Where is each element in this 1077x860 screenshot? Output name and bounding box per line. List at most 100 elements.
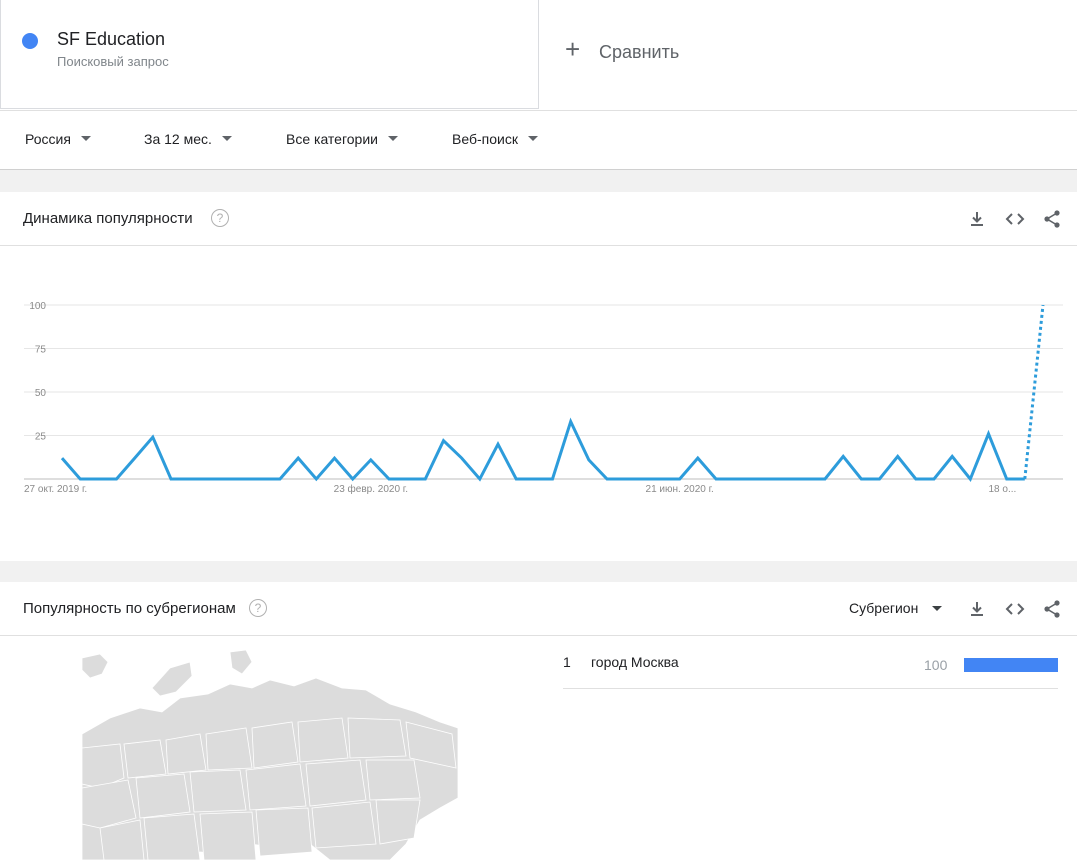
data-point[interactable] — [151, 435, 155, 439]
region-value: 100 — [924, 657, 948, 673]
compare-button[interactable]: + Сравнить — [540, 0, 1077, 109]
filter-region-label: Россия — [25, 131, 71, 147]
data-point[interactable] — [932, 477, 936, 481]
data-point[interactable] — [1005, 477, 1009, 481]
data-point[interactable] — [587, 458, 591, 462]
share-icon[interactable] — [1041, 208, 1063, 230]
data-point[interactable] — [314, 477, 318, 481]
data-point[interactable] — [968, 477, 972, 481]
data-point[interactable] — [859, 477, 863, 481]
data-point[interactable] — [296, 456, 300, 460]
download-icon[interactable] — [966, 208, 988, 230]
data-point[interactable] — [115, 477, 119, 481]
data-point[interactable] — [732, 477, 736, 481]
data-point[interactable] — [605, 477, 609, 481]
data-point[interactable] — [1041, 303, 1045, 307]
data-point[interactable] — [750, 477, 754, 481]
data-point[interactable] — [333, 456, 337, 460]
term-subtitle: Поисковый запрос — [57, 54, 169, 69]
filter-region[interactable]: Россия — [25, 131, 91, 147]
data-point[interactable] — [950, 454, 954, 458]
data-point[interactable] — [460, 456, 464, 460]
data-point[interactable] — [369, 458, 373, 462]
filter-search-type[interactable]: Веб-поиск — [452, 131, 538, 147]
y-tick-label: 50 — [35, 388, 47, 399]
data-point[interactable] — [496, 442, 500, 446]
data-point[interactable] — [678, 477, 682, 481]
filter-period[interactable]: За 12 мес. — [144, 131, 232, 147]
data-point[interactable] — [805, 477, 809, 481]
filter-category-label: Все категории — [286, 131, 378, 147]
x-tick-label: 18 о... — [989, 484, 1017, 495]
data-point[interactable] — [914, 477, 918, 481]
data-point[interactable] — [169, 477, 173, 481]
data-point[interactable] — [987, 432, 991, 436]
data-point[interactable] — [641, 477, 645, 481]
data-point[interactable] — [205, 477, 209, 481]
region-bar-track — [964, 658, 1058, 672]
data-point[interactable] — [841, 454, 845, 458]
trend-chart: 25 50 75 100 27 окт. 2019 г. 23 февр. 2020 г.… — [24, 301, 1063, 495]
help-icon[interactable]: ? — [211, 209, 229, 227]
embed-icon[interactable] — [1004, 598, 1026, 620]
data-point[interactable] — [714, 477, 718, 481]
data-point[interactable] — [187, 477, 191, 481]
region-row[interactable]: 1 город Москва 100 — [563, 652, 1058, 689]
data-point[interactable] — [1023, 477, 1027, 481]
region-map[interactable] — [80, 648, 460, 860]
data-point[interactable] — [96, 477, 100, 481]
data-point[interactable] — [514, 477, 518, 481]
data-point[interactable] — [623, 477, 627, 481]
caret-down-icon — [80, 135, 91, 141]
data-point[interactable] — [278, 477, 282, 481]
data-point[interactable] — [60, 456, 64, 460]
subregion-dropdown[interactable]: Субрегион — [849, 600, 943, 616]
caret-down-icon — [221, 135, 232, 141]
embed-icon[interactable] — [1004, 208, 1026, 230]
plus-icon: + — [565, 34, 581, 64]
y-tick-label: 100 — [29, 301, 46, 312]
filter-bar: Россия За 12 мес. Все категории Веб-поис… — [0, 110, 1077, 170]
caret-down-icon — [527, 135, 538, 141]
data-point[interactable] — [242, 477, 246, 481]
filter-period-label: За 12 мес. — [144, 131, 212, 147]
data-point[interactable] — [660, 477, 664, 481]
share-icon[interactable] — [1041, 598, 1063, 620]
compare-label: Сравнить — [599, 42, 680, 62]
data-point[interactable] — [260, 477, 264, 481]
search-term-card[interactable]: SF Education Поисковый запрос — [0, 0, 539, 109]
data-point[interactable] — [478, 477, 482, 481]
data-point[interactable] — [769, 477, 773, 481]
region-value-bar — [964, 658, 1058, 672]
data-point[interactable] — [569, 420, 573, 424]
data-point[interactable] — [787, 477, 791, 481]
filter-category[interactable]: Все категории — [286, 131, 398, 147]
data-point[interactable] — [532, 477, 536, 481]
data-point[interactable] — [133, 456, 137, 460]
series-line[interactable] — [60, 417, 1025, 482]
download-icon[interactable] — [966, 598, 988, 620]
region-rank: 1 — [563, 654, 571, 670]
data-point[interactable] — [405, 477, 409, 481]
help-icon[interactable]: ? — [249, 599, 267, 617]
data-point[interactable] — [387, 477, 391, 481]
interest-over-time-card: Динамика популярности ? 25 50 75 100 27 окт.… — [0, 192, 1077, 561]
data-point[interactable] — [423, 477, 427, 481]
data-point[interactable] — [896, 454, 900, 458]
data-point[interactable] — [551, 477, 555, 481]
filter-search-type-label: Веб-поиск — [452, 131, 518, 147]
data-point[interactable] — [224, 477, 228, 481]
data-point[interactable] — [442, 439, 446, 443]
data-point[interactable] — [696, 456, 700, 460]
data-point[interactable] — [878, 477, 882, 481]
caret-down-icon — [932, 605, 943, 611]
search-terms-area: SF Education Поисковый запрос + Сравнить — [0, 0, 1077, 110]
card-header: Динамика популярности ? — [0, 192, 1077, 246]
data-point[interactable] — [823, 477, 827, 481]
data-point[interactable] — [351, 477, 355, 481]
data-point[interactable] — [78, 477, 82, 481]
card-header: Популярность по субрегионам ? Субрегион — [0, 582, 1077, 636]
x-tick-label: 27 окт. 2019 г. — [24, 484, 87, 495]
y-tick-label: 25 — [35, 432, 47, 443]
region-name: город Москва — [591, 654, 679, 670]
